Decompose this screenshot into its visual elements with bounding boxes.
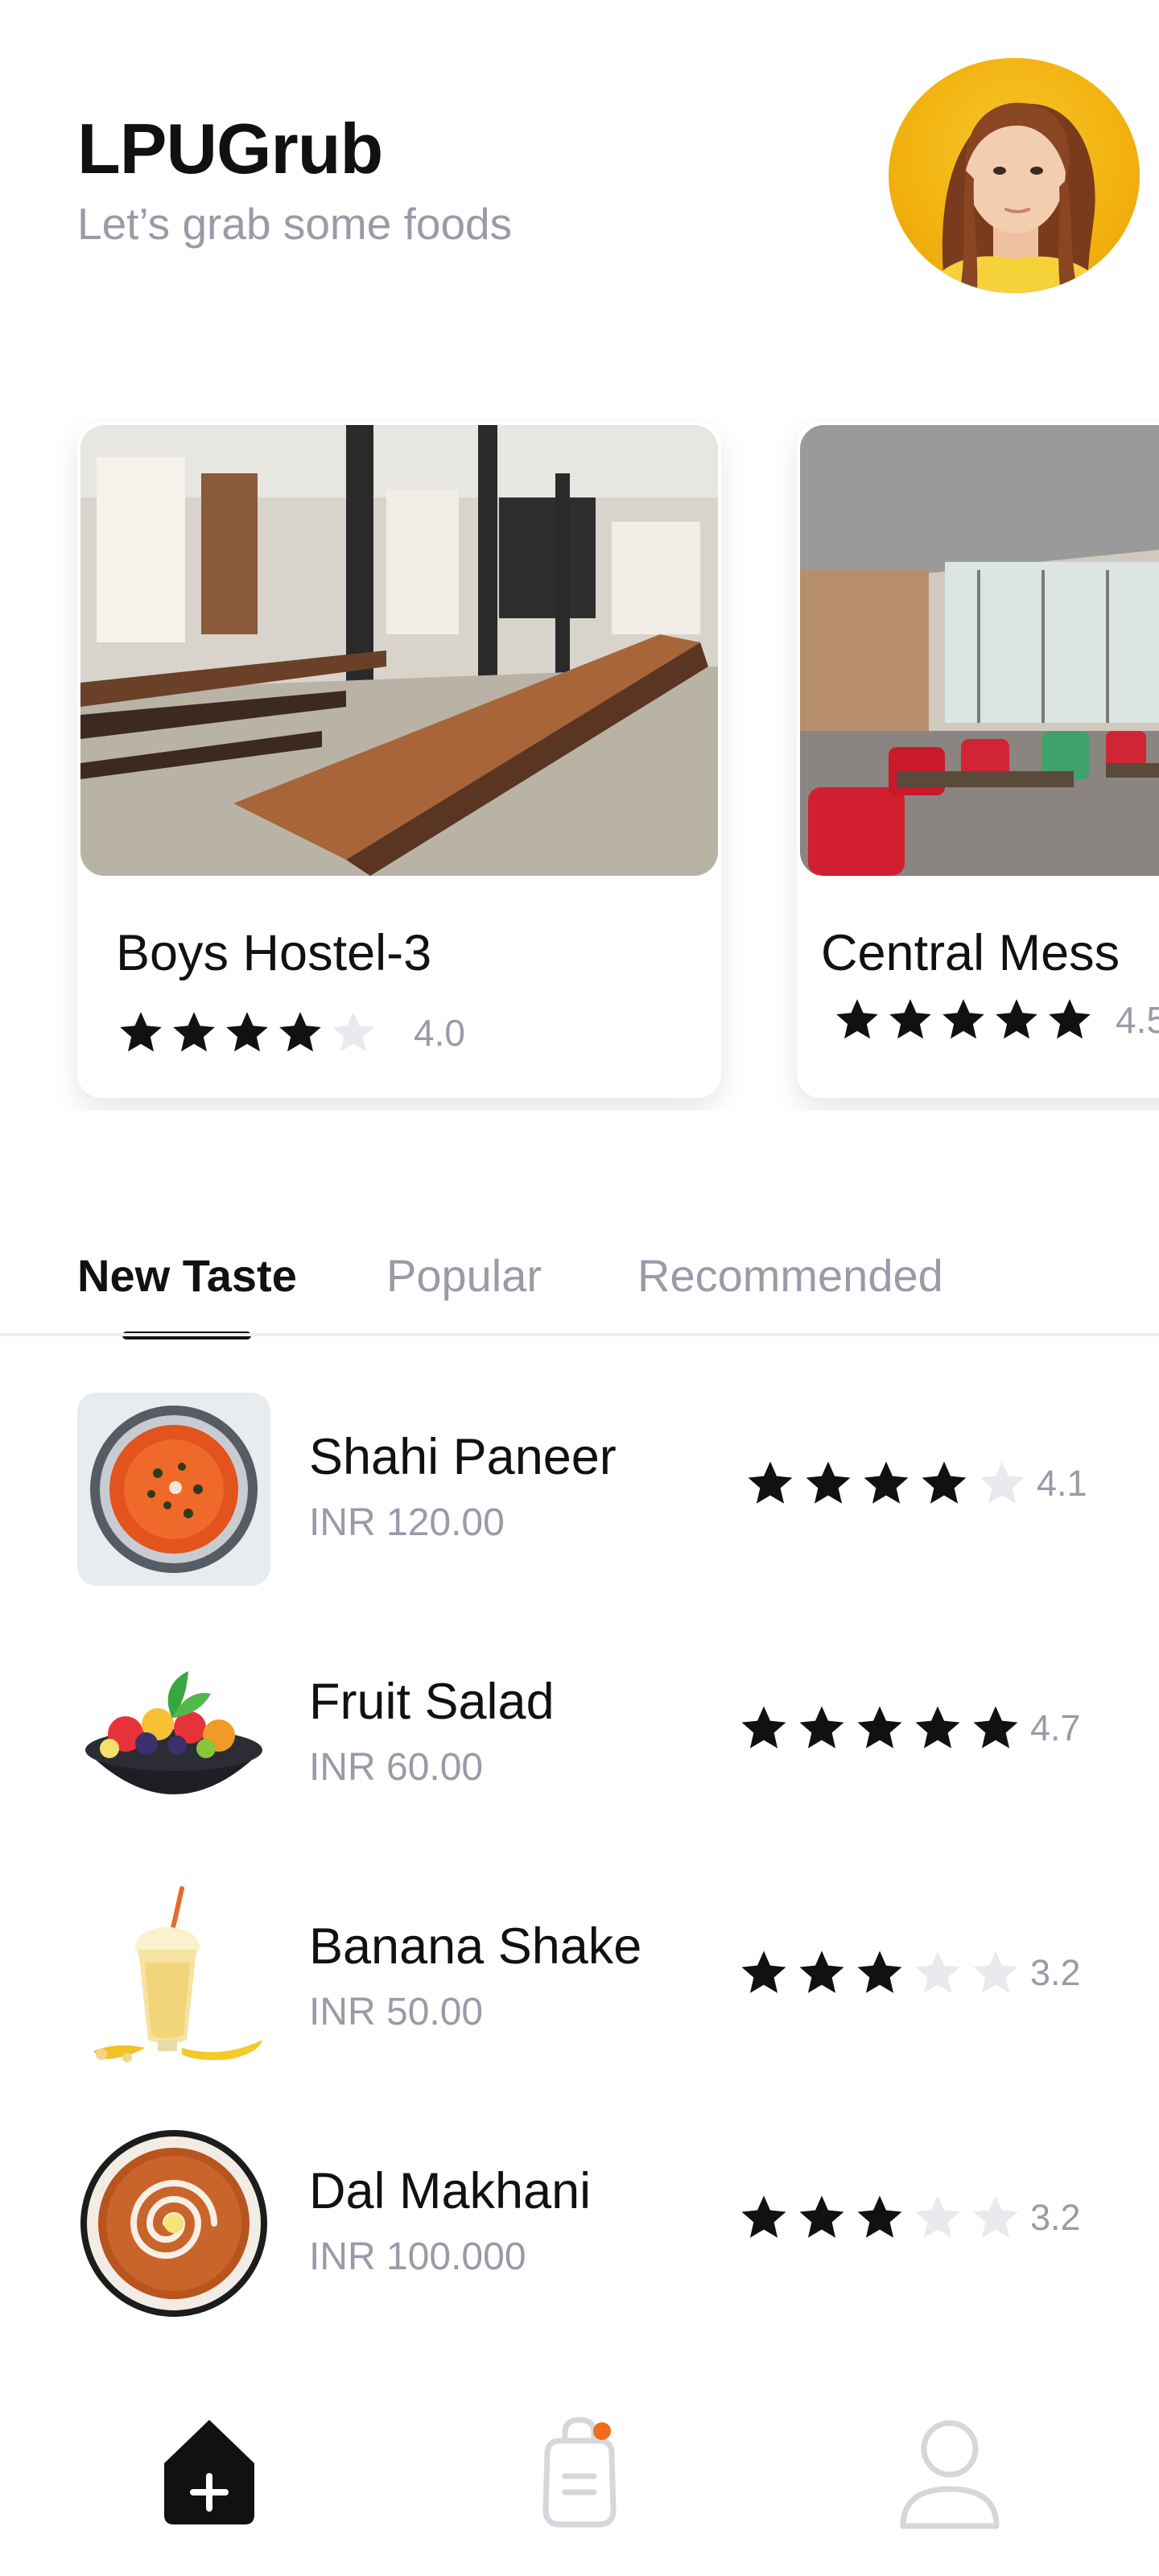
food-price: INR 120.00 — [309, 1501, 505, 1544]
star-filled-icon — [737, 2191, 790, 2244]
food-price: INR 60.00 — [309, 1746, 484, 1789]
star-filled-icon — [1045, 995, 1095, 1045]
star-filled-icon — [737, 1702, 790, 1755]
star-rating — [737, 1702, 1027, 1755]
star-rating — [737, 2191, 1027, 2244]
app-subtitle: Let’s grab some foods — [77, 199, 513, 249]
star-empty-icon — [969, 1946, 1022, 2000]
tab-recommended[interactable]: Recommended — [637, 1240, 943, 1312]
list-item[interactable]: Fruit Salad INR 60.00 4.7 — [0, 1629, 1159, 1831]
rating-value: 4.1 — [1037, 1463, 1087, 1504]
star-filled-icon — [938, 995, 988, 1045]
food-name: Dal Makhani — [309, 2163, 592, 2219]
nav-cart[interactable] — [515, 2405, 644, 2534]
star-filled-icon — [116, 1008, 166, 1058]
star-filled-icon — [911, 1702, 964, 1755]
list-item[interactable]: Dal Makhani INR 100.000 3.2 — [0, 2119, 1159, 2320]
star-filled-icon — [885, 995, 935, 1045]
canteen-name: Boys Hostel-3 — [116, 925, 432, 981]
rating-value: 3.2 — [1030, 1952, 1081, 1993]
star-empty-icon — [328, 1008, 378, 1058]
star-empty-icon — [975, 1457, 1029, 1510]
rating-value: 4.5 — [1116, 999, 1159, 1041]
food-name: Banana Shake — [309, 1918, 642, 1975]
list-item[interactable]: Shahi Paneer INR 120.00 4.1 — [0, 1385, 1159, 1586]
bottom-navigation — [0, 2399, 1159, 2576]
star-filled-icon — [737, 1946, 790, 2000]
star-filled-icon — [795, 2191, 848, 2244]
star-rating — [832, 995, 1098, 1045]
nav-home[interactable] — [145, 2405, 274, 2534]
food-rating: 4.1 — [744, 1457, 1087, 1510]
banana-shake-image — [77, 1882, 270, 2075]
fruit-salad-image — [77, 1637, 270, 1831]
food-price: INR 50.00 — [309, 1991, 484, 2033]
star-filled-icon — [853, 2191, 906, 2244]
nav-profile[interactable] — [885, 2405, 1014, 2534]
cart-badge-dot — [593, 2422, 611, 2440]
food-name: Fruit Salad — [309, 1674, 555, 1730]
shopping-bag-icon — [542, 2417, 617, 2528]
tab-popular[interactable]: Popular — [386, 1240, 542, 1312]
canteen-rating: 4.5 — [832, 995, 1159, 1045]
user-icon — [900, 2420, 1000, 2529]
star-filled-icon — [918, 1457, 971, 1510]
star-filled-icon — [275, 1008, 325, 1058]
star-filled-icon — [832, 995, 882, 1045]
canteen-photo — [80, 425, 718, 876]
food-price: INR 100.000 — [309, 2235, 526, 2278]
star-filled-icon — [169, 1008, 219, 1058]
canteen-name: Central Mess — [821, 925, 1120, 981]
tab-new-taste[interactable]: New Taste — [77, 1240, 297, 1312]
food-name: Shahi Paneer — [309, 1429, 617, 1485]
canteen-photo — [800, 425, 1159, 876]
rating-value: 4.0 — [414, 1012, 465, 1054]
star-filled-icon — [853, 1946, 906, 2000]
canteen-carousel[interactable]: Boys Hostel-3 4.0 Central Mess 4.5 — [0, 419, 1159, 1111]
star-filled-icon — [860, 1457, 913, 1510]
food-rating: 3.2 — [737, 2191, 1081, 2244]
star-filled-icon — [969, 1702, 1022, 1755]
star-filled-icon — [795, 1702, 848, 1755]
category-tabs: New Taste Popular Recommended — [0, 1224, 1159, 1340]
list-item[interactable]: Banana Shake INR 50.00 3.2 — [0, 1874, 1159, 2075]
rating-value: 3.2 — [1030, 2197, 1081, 2238]
home-plus-icon — [164, 2420, 254, 2524]
rating-value: 4.7 — [1030, 1707, 1081, 1748]
star-filled-icon — [744, 1457, 797, 1510]
canteen-rating: 4.0 — [116, 1008, 465, 1058]
star-filled-icon — [802, 1457, 855, 1510]
canteen-card-central-mess[interactable]: Central Mess 4.5 — [797, 422, 1159, 1098]
star-filled-icon — [992, 995, 1041, 1045]
tabs-divider — [0, 1333, 1159, 1336]
star-filled-icon — [853, 1702, 906, 1755]
avatar[interactable] — [889, 58, 1140, 293]
star-rating — [744, 1457, 1033, 1510]
food-rating: 3.2 — [737, 1946, 1081, 2000]
canteen-card-boys-hostel-3[interactable]: Boys Hostel-3 4.0 — [77, 422, 721, 1098]
star-empty-icon — [911, 2191, 964, 2244]
avatar-image — [921, 102, 1114, 293]
star-empty-icon — [911, 1946, 964, 2000]
star-empty-icon — [969, 2191, 1022, 2244]
food-rating: 4.7 — [737, 1702, 1081, 1755]
app-title: LPUGrub — [77, 109, 383, 188]
star-filled-icon — [222, 1008, 272, 1058]
star-filled-icon — [795, 1946, 848, 2000]
dal-makhani-image — [77, 2127, 270, 2320]
shahi-paneer-image — [77, 1393, 270, 1586]
star-rating — [737, 1946, 1027, 2000]
header: LPUGrub Let’s grab some foods — [77, 105, 641, 253]
star-rating — [116, 1008, 382, 1058]
